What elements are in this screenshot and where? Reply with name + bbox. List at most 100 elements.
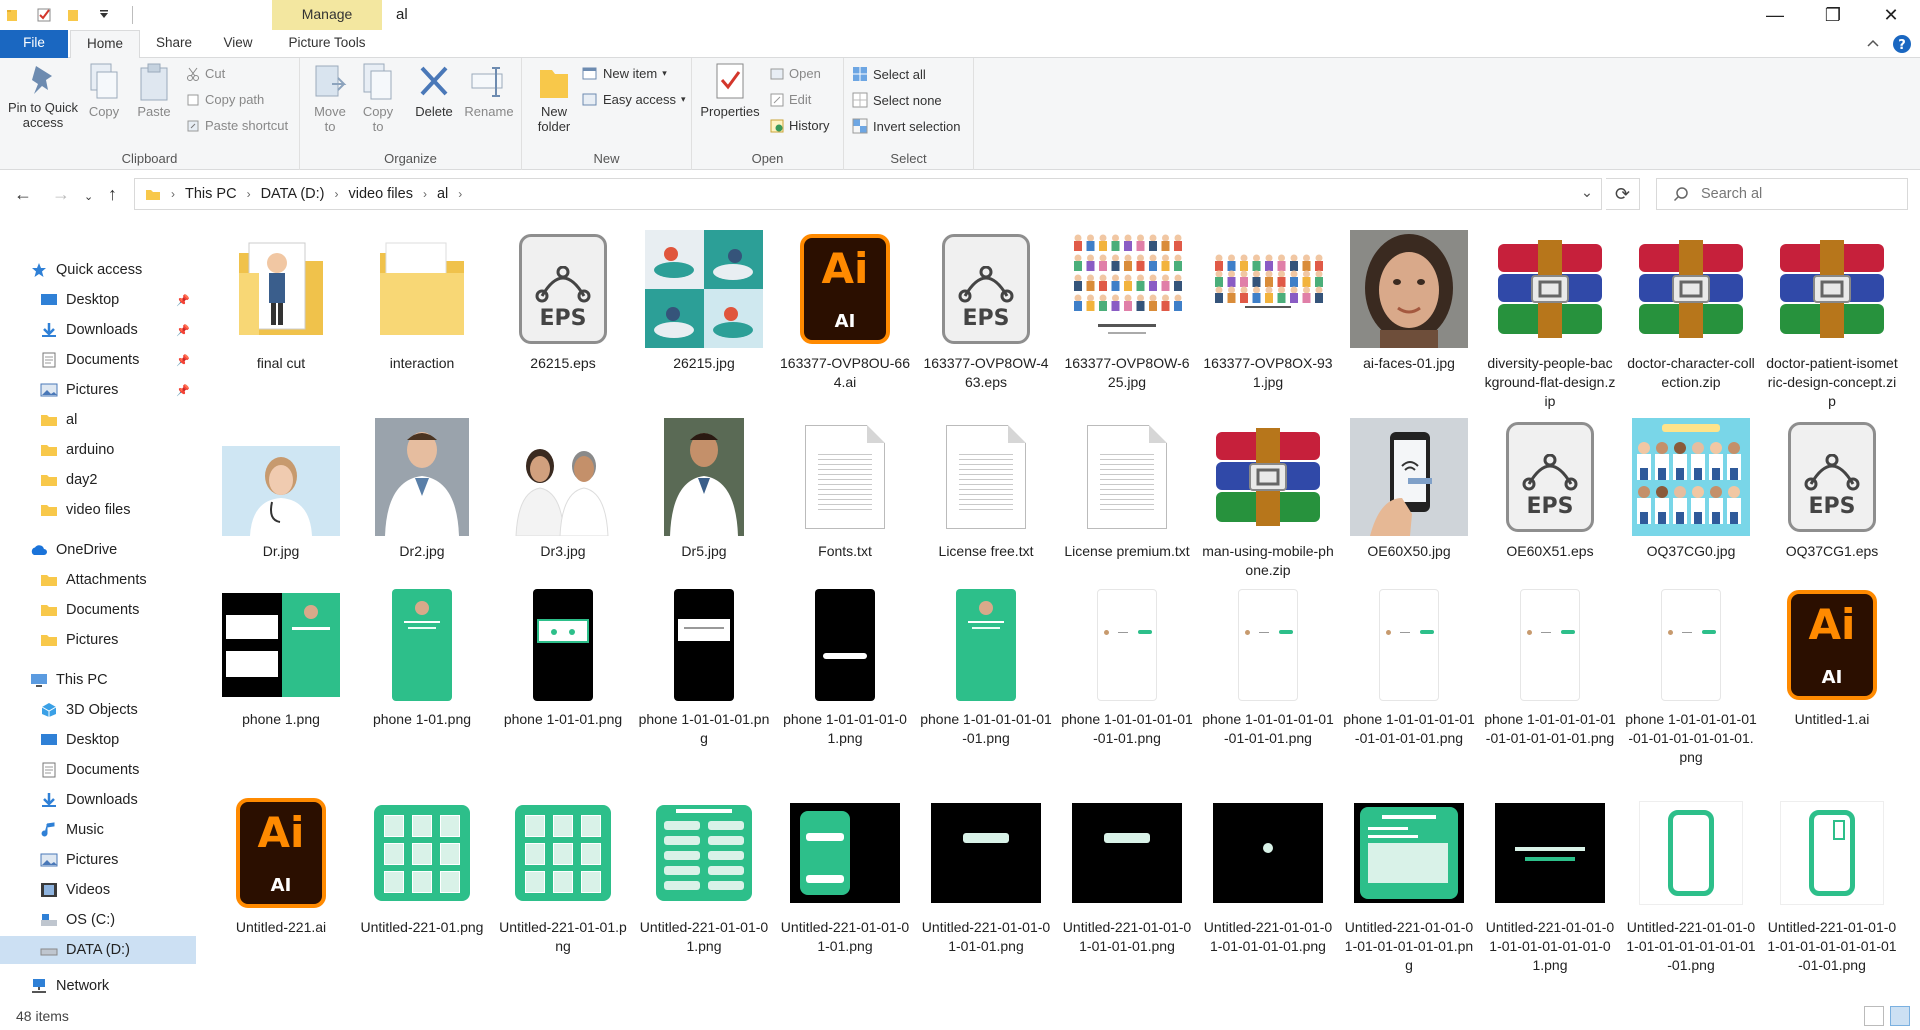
file-item[interactable]: Dr.jpg (212, 418, 350, 561)
cut-button[interactable]: Cut (186, 66, 225, 81)
chevron-right-icon[interactable]: › (334, 187, 338, 201)
sidebar-item[interactable]: Documents (0, 596, 196, 624)
chevron-right-icon[interactable]: › (423, 187, 427, 201)
file-item[interactable]: Untitled-221-01-01-01-01-01-01-01-01-01.… (1481, 794, 1619, 975)
breadcrumb-al[interactable]: al (437, 186, 448, 202)
file-item[interactable]: phone 1-01-01-01-01-01-01-01-01-01.png (1481, 586, 1619, 748)
sidebar-item[interactable]: Network (0, 972, 196, 1000)
file-item[interactable]: 26215.jpg (635, 230, 773, 373)
sidebar-item[interactable]: Downloads (0, 786, 196, 814)
copy-button[interactable]: Copy (84, 62, 124, 119)
invert-selection-button[interactable]: Invert selection (852, 118, 960, 134)
file-item[interactable]: Untitled-221-01-01-01.png (635, 794, 773, 956)
tab-file[interactable]: File (0, 30, 68, 58)
file-item[interactable]: doctor-patient-isometric-design-concept.… (1763, 230, 1901, 411)
file-item[interactable]: phone 1.png (212, 586, 350, 729)
sidebar-item[interactable]: Desktop (0, 726, 196, 754)
file-item[interactable]: Untitled-221-01-01-01-01-01-01-01-01-01-… (1622, 794, 1760, 975)
sidebar-item[interactable]: arduino (0, 436, 196, 464)
file-item[interactable]: Untitled-221-01-01-01-01-01-01.png (1058, 794, 1196, 956)
chevron-right-icon[interactable]: › (458, 187, 462, 201)
file-item[interactable]: 163377-OVP8OW-625.jpg (1058, 230, 1196, 392)
tab-view[interactable]: View (210, 30, 266, 58)
copy-to-button[interactable]: Copy to (358, 62, 398, 134)
properties-button[interactable]: Properties (698, 62, 762, 119)
collapse-ribbon-icon[interactable] (1866, 37, 1880, 51)
file-item[interactable]: phone 1-01-01-01-01.png (776, 586, 914, 748)
file-item[interactable]: phone 1-01-01-01-01-01.png (917, 586, 1055, 748)
new-folder-button[interactable]: New folder (530, 62, 578, 134)
breadcrumb-this-pc[interactable]: This PC (185, 186, 237, 202)
minimize-button[interactable]: — (1746, 0, 1804, 30)
file-item[interactable]: Ai AI Untitled-1.ai (1763, 586, 1901, 729)
file-item[interactable]: License premium.txt (1058, 418, 1196, 561)
file-item[interactable]: Untitled-221-01.png (353, 794, 491, 937)
select-all-button[interactable]: Select all (852, 66, 926, 82)
file-item[interactable]: Dr3.jpg (494, 418, 632, 561)
file-item[interactable]: interaction (353, 230, 491, 373)
sidebar-item[interactable]: Attachments (0, 566, 196, 594)
sidebar-item[interactable]: Music (0, 816, 196, 844)
sidebar-item[interactable]: DATA (D:) (0, 936, 196, 964)
sidebar-item[interactable]: Videos (0, 876, 196, 904)
file-item[interactable]: OQ37CG0.jpg (1622, 418, 1760, 561)
breadcrumb-data-drive[interactable]: DATA (D:) (261, 186, 325, 202)
sidebar-item[interactable]: video files (0, 496, 196, 524)
file-item[interactable]: phone 1-01-01-01-01-01-01.png (1058, 586, 1196, 748)
file-item[interactable]: phone 1-01-01-01.png (635, 586, 773, 748)
sidebar-item[interactable]: Documents 📌 (0, 346, 196, 374)
paste-button[interactable]: Paste (134, 62, 174, 119)
history-button[interactable]: History (770, 118, 829, 133)
tab-share[interactable]: Share (146, 30, 202, 58)
forward-arrow-icon[interactable]: → (52, 184, 70, 205)
file-item[interactable]: License free.txt (917, 418, 1055, 561)
file-item[interactable]: Untitled-221-01-01-01-01-01.png (917, 794, 1055, 956)
edit-button[interactable]: Edit (770, 92, 811, 107)
file-item[interactable]: 163377-OVP8OX-931.jpg (1199, 230, 1337, 392)
properties-icon[interactable] (36, 7, 52, 23)
file-item[interactable]: phone 1-01.png (353, 586, 491, 729)
file-item[interactable]: Ai AI 163377-OVP8OU-664.ai (776, 230, 914, 392)
help-icon[interactable]: ? (1892, 34, 1912, 54)
sidebar-item[interactable]: This PC (0, 666, 196, 694)
breadcrumb-video-files[interactable]: video files (348, 186, 412, 202)
sidebar-item[interactable]: al (0, 406, 196, 434)
copy-path-button[interactable]: Copy path (186, 92, 264, 107)
file-item[interactable]: man-using-mobile-phone.zip (1199, 418, 1337, 580)
file-item[interactable]: Ai AI Untitled-221.ai (212, 794, 350, 937)
address-bar[interactable]: › This PC › DATA (D:) › video files › al… (134, 178, 1602, 210)
delete-button[interactable]: Delete (412, 62, 456, 119)
file-item[interactable]: Untitled-221-01-01-01-01-01-01-01.png (1199, 794, 1337, 956)
file-item[interactable]: EPS 26215.eps (494, 230, 632, 373)
new-item-button[interactable]: New item ▾ (582, 66, 667, 81)
sidebar-item[interactable]: Documents (0, 756, 196, 784)
file-item[interactable]: EPS OE60X51.eps (1481, 418, 1619, 561)
rename-button[interactable]: Rename (464, 62, 514, 119)
sidebar-item[interactable]: Downloads 📌 (0, 316, 196, 344)
file-item[interactable]: Untitled-221-01-01.png (494, 794, 632, 956)
sidebar-item[interactable]: Pictures 📌 (0, 376, 196, 404)
back-arrow-icon[interactable]: ← (14, 184, 32, 205)
chevron-right-icon[interactable]: › (247, 187, 251, 201)
sidebar-item[interactable]: OS (C:) (0, 906, 196, 934)
file-item[interactable]: diversity-people-background-flat-design.… (1481, 230, 1619, 411)
details-view-icon[interactable] (1864, 1006, 1884, 1026)
sidebar-item[interactable]: Pictures (0, 846, 196, 874)
chevron-down-icon[interactable]: ⌄ (1581, 185, 1593, 201)
file-item[interactable]: phone 1-01-01-01-01-01-01-01-01.png (1340, 586, 1478, 748)
file-item[interactable]: EPS OQ37CG1.eps (1763, 418, 1901, 561)
up-arrow-icon[interactable]: ↑ (108, 184, 117, 205)
customize-toolbar-icon[interactable] (96, 7, 112, 23)
large-icons-view-icon[interactable] (1890, 1006, 1910, 1026)
file-item[interactable]: Untitled-221-01-01-01-01.png (776, 794, 914, 956)
tab-home[interactable]: Home (70, 30, 140, 59)
file-item[interactable]: OE60X50.jpg (1340, 418, 1478, 561)
maximize-button[interactable]: ❐ (1804, 0, 1862, 30)
file-item[interactable]: Untitled-221-01-01-01-01-01-01-01-01-01-… (1763, 794, 1901, 975)
recent-locations-icon[interactable]: ⌄ (84, 190, 93, 203)
tab-picture-tools[interactable]: Picture Tools (272, 30, 382, 58)
file-item[interactable]: ai-faces-01.jpg (1340, 230, 1478, 373)
move-to-button[interactable]: Move to (310, 62, 350, 134)
search-input[interactable]: Search al (1656, 178, 1908, 210)
open-button[interactable]: Open (770, 66, 821, 81)
